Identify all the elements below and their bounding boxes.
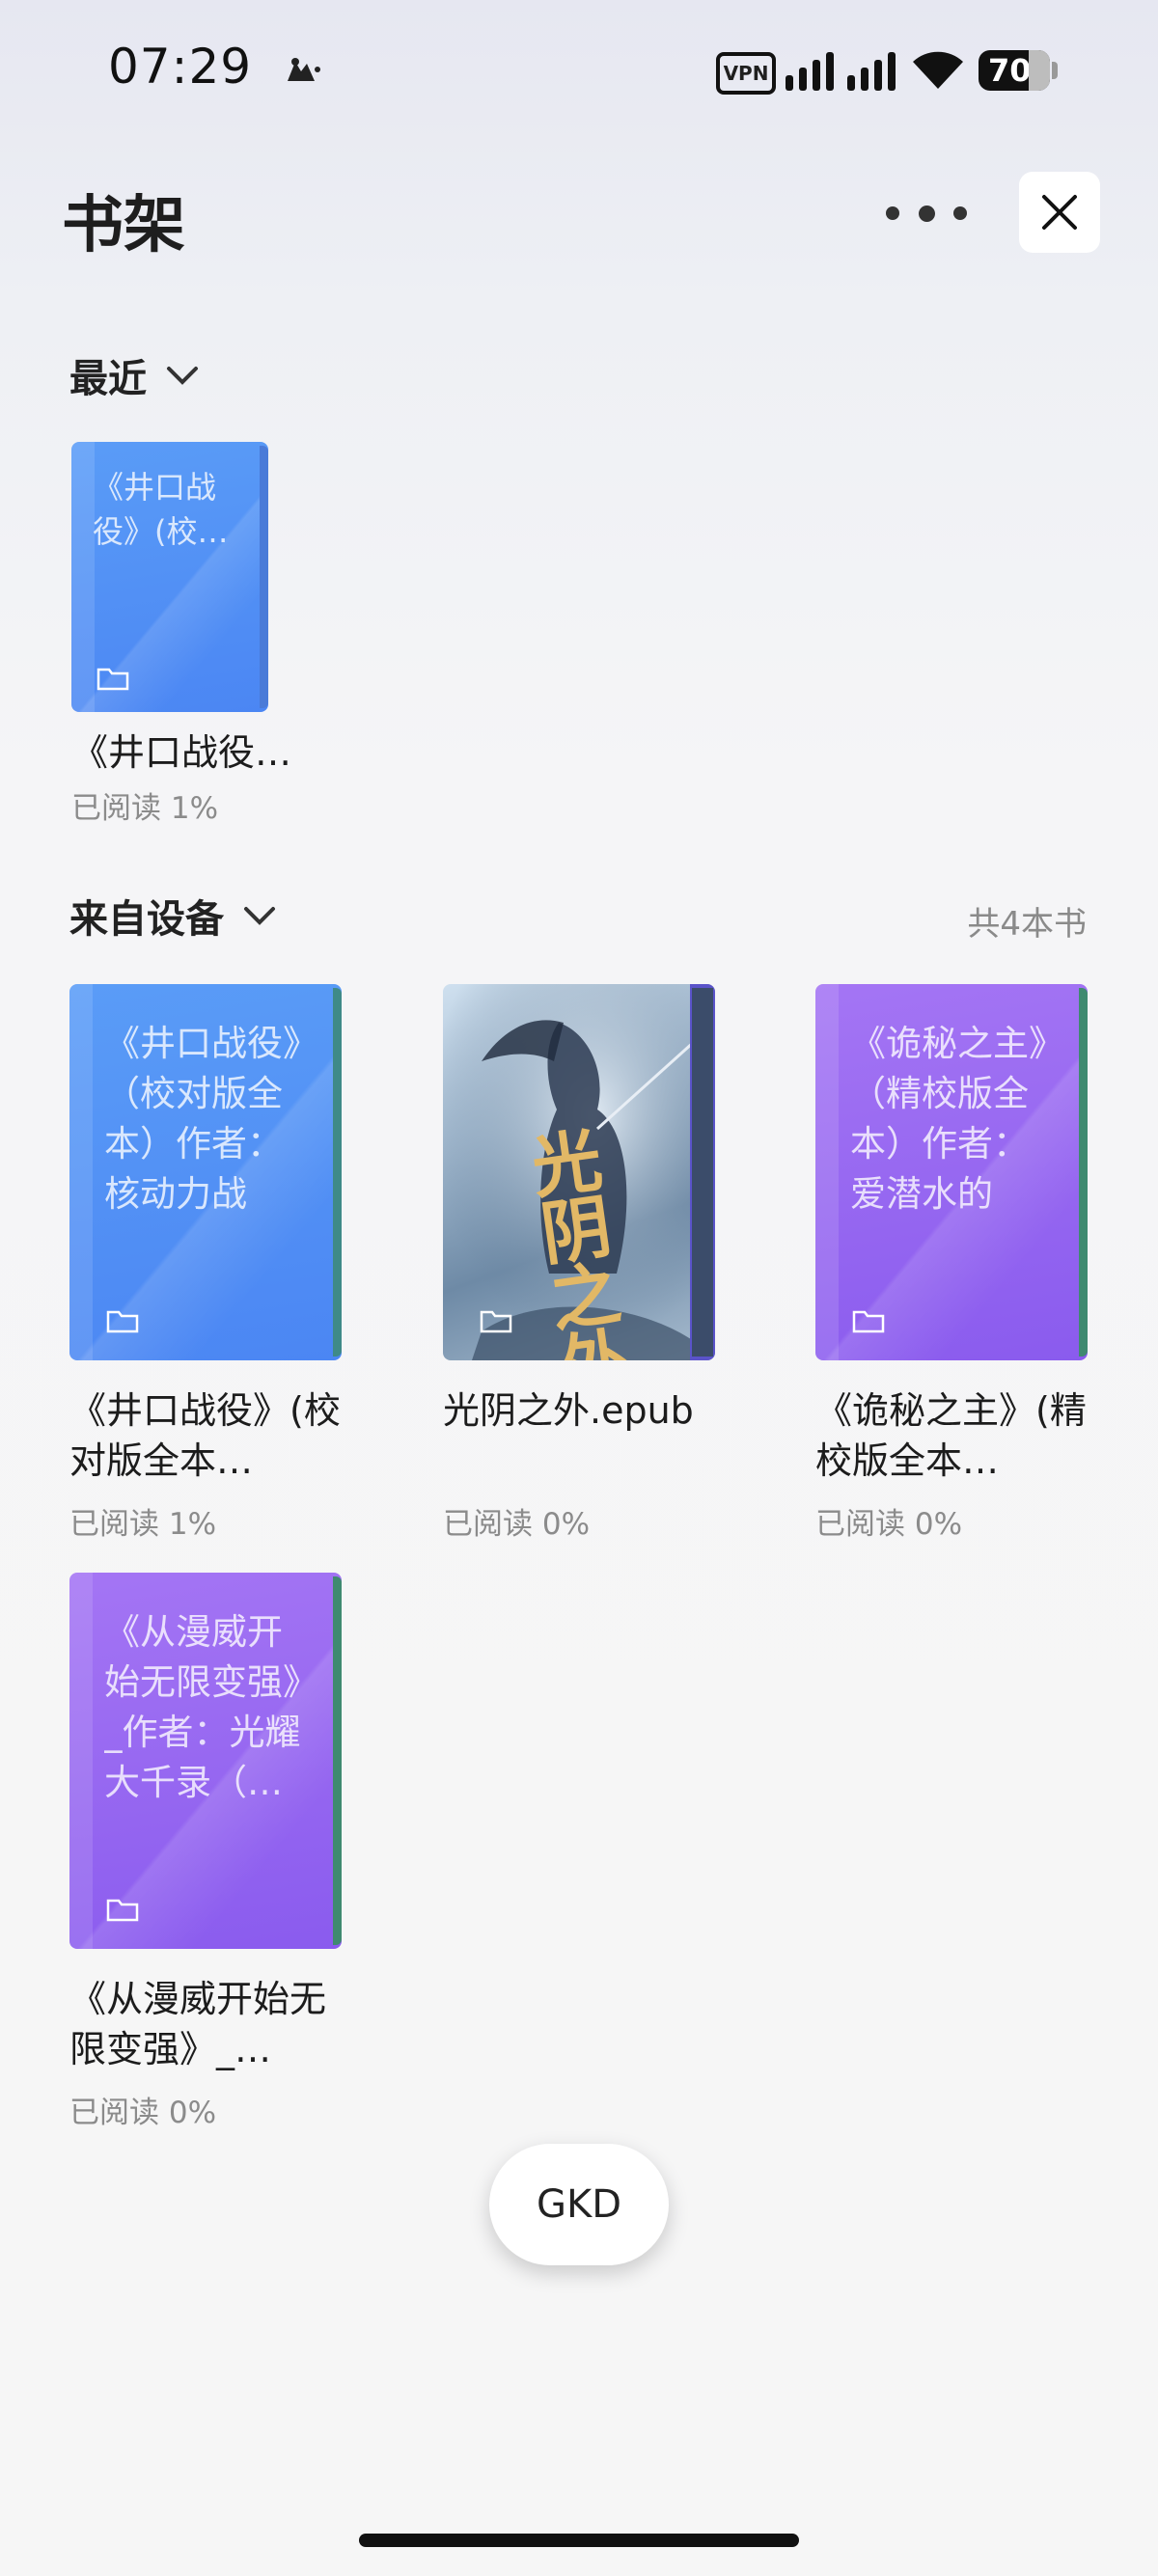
cover-title: 《诡秘之主》（精校版全本）作者：爱潜水的乌… <box>850 1023 1047 1215</box>
book-cover[interactable]: 《诡秘之主》（精校版全本）作者：爱潜水的乌… <box>815 984 1088 1360</box>
device-section-toggle[interactable]: 来自设备 <box>69 888 276 944</box>
chevron-down-icon <box>244 907 275 925</box>
battery-icon: 70 <box>979 50 1058 91</box>
book-title: 光阴之外.epub <box>443 1389 694 1432</box>
recent-section-toggle[interactable]: 最近 <box>69 347 199 403</box>
status-time: 07:29 <box>108 39 253 95</box>
book-count: 共4本书 <box>967 905 1087 944</box>
folder-icon <box>106 1310 139 1333</box>
gkd-floating-button[interactable]: GKD <box>489 2144 669 2265</box>
book-title: 《诡秘之主》(精校版全本… <box>815 1389 1087 1482</box>
battery-level: 70 <box>988 52 1032 89</box>
device-section-label: 来自设备 <box>69 897 224 942</box>
signal-icon <box>786 52 896 91</box>
notification-icon <box>288 58 320 81</box>
dot-icon <box>918 205 935 222</box>
book-title: 《从漫威开始无限变强》_… <box>69 1978 327 2070</box>
read-progress: 已阅读 1% <box>69 1507 217 1542</box>
folder-icon <box>852 1310 885 1333</box>
folder-icon <box>106 1899 139 1922</box>
wifi-icon <box>913 51 963 89</box>
book-title: 《井口战役… <box>71 731 292 774</box>
vpn-indicator: VPN <box>716 52 776 95</box>
read-progress: 已阅读 0% <box>69 2096 217 2130</box>
home-indicator[interactable] <box>359 2534 799 2547</box>
book-cover-image[interactable]: 光阴之外 <box>443 984 715 1360</box>
book-title: 《井口战役》(校对版全本… <box>69 1389 341 1482</box>
book-cover[interactable]: 《井口战役》（校对版全本）作者：核动力战列… <box>69 984 342 1360</box>
folder-icon <box>96 668 129 691</box>
cover-title: 《井口战役》(校… <box>93 469 229 550</box>
cover-title: 《从漫威开始无限变强》_作者：光耀大千录（… <box>104 1611 301 1803</box>
close-icon <box>1042 195 1077 230</box>
chevron-down-icon <box>167 367 198 385</box>
read-progress: 已阅读 0% <box>815 1507 963 1542</box>
book-cover[interactable]: 《从漫威开始无限变强》_作者：光耀大千录（… <box>69 1573 342 1949</box>
folder-icon <box>480 1310 512 1333</box>
dot-icon <box>953 206 967 220</box>
dot-icon <box>886 206 899 220</box>
close-button[interactable] <box>1019 172 1100 253</box>
book-cover[interactable]: 《井口战役》(校… <box>71 442 268 712</box>
cover-title: 《井口战役》（校对版全本）作者：核动力战列… <box>104 1023 301 1215</box>
more-options-button[interactable] <box>886 189 967 237</box>
read-progress: 已阅读 0% <box>443 1507 591 1542</box>
recent-section-label: 最近 <box>69 357 147 401</box>
page-title: 书架 <box>62 190 185 261</box>
read-progress: 已阅读 1% <box>71 791 219 826</box>
